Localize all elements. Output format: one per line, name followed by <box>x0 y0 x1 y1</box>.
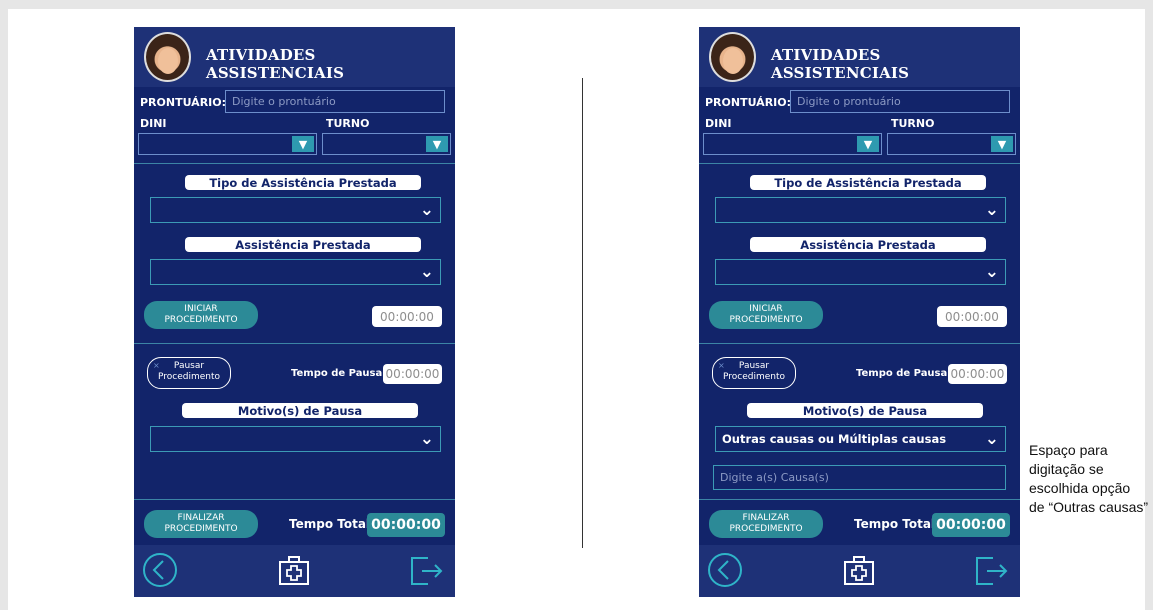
chevron-down-icon: ⌄ <box>984 200 999 220</box>
app-title: ATIVIDADES ASSISTENCIAIS <box>206 46 345 82</box>
motivo-pausa-label: Motivo(s) de Pausa <box>182 403 418 418</box>
annotation-text: Espaço para digitação se escolhida opção… <box>1029 442 1149 515</box>
finalizar-procedimento-button[interactable]: FINALIZAR PROCEDIMENTO <box>144 510 258 538</box>
pausar-procedimento-button[interactable]: × Pausar Procedimento <box>712 357 796 389</box>
dini-label: DINI <box>705 117 732 130</box>
chevron-down-icon: ⌄ <box>984 429 999 449</box>
tipo-assistencia-label: Tipo de Assistência Prestada <box>185 175 421 190</box>
tipo-assistencia-label: Tipo de Assistência Prestada <box>750 175 986 190</box>
dini-select[interactable]: ▼ <box>703 133 882 155</box>
chevron-down-icon: ▼ <box>857 136 879 152</box>
motivo-pausa-value: Outras causas ou Múltiplas causas <box>722 432 947 446</box>
chevron-down-icon: ⌄ <box>984 262 999 282</box>
chevron-down-icon: ▼ <box>991 136 1013 152</box>
prontuario-label: PRONTUÁRIO: <box>140 96 227 109</box>
chevron-down-icon: ⌄ <box>419 200 434 220</box>
tipo-assistencia-select[interactable]: ⌄ <box>715 197 1006 223</box>
pausar-procedimento-button[interactable]: × Pausar Procedimento <box>147 357 231 389</box>
section-divider <box>699 343 1020 344</box>
tempo-total-label: Tempo Total <box>289 517 371 531</box>
avatar <box>709 32 756 82</box>
outras-causas-input[interactable]: Digite a(s) Causa(s) <box>713 465 1006 490</box>
motivo-pausa-label: Motivo(s) de Pausa <box>747 403 983 418</box>
medical-kit-icon[interactable] <box>841 552 877 588</box>
exit-icon[interactable] <box>408 552 444 588</box>
iniciar-procedimento-button[interactable]: INICIAR PROCEDIMENTO <box>709 301 823 329</box>
turno-label: TURNO <box>326 117 370 130</box>
section-divider <box>134 163 455 164</box>
close-icon: × <box>153 361 160 370</box>
tipo-assistencia-select[interactable]: ⌄ <box>150 197 441 223</box>
prontuario-placeholder: Digite o prontuário <box>797 95 901 108</box>
timer-inicio: 00:00:00 <box>372 306 442 327</box>
causa-placeholder: Digite a(s) Causa(s) <box>720 471 829 484</box>
app-title: ATIVIDADES ASSISTENCIAIS <box>771 46 910 82</box>
divider-line <box>582 78 583 548</box>
exit-icon[interactable] <box>973 552 1009 588</box>
section-divider <box>134 343 455 344</box>
tempo-pausa-label: Tempo de Pausa <box>291 368 383 379</box>
chevron-down-icon: ▼ <box>426 136 448 152</box>
bottom-nav <box>134 545 455 597</box>
timer-pausa: 00:00:00 <box>383 364 442 384</box>
prontuario-label: PRONTUÁRIO: <box>705 96 792 109</box>
back-circle-icon[interactable] <box>142 552 178 588</box>
assistencia-prestada-label: Assistência Prestada <box>750 237 986 252</box>
tempo-total-label: Tempo Total <box>854 517 936 531</box>
motivo-pausa-select[interactable]: ⌄ <box>150 426 441 452</box>
turno-select[interactable]: ▼ <box>322 133 451 155</box>
finalizar-procedimento-button[interactable]: FINALIZAR PROCEDIMENTO <box>709 510 823 538</box>
avatar <box>144 32 191 82</box>
prontuario-placeholder: Digite o prontuário <box>232 95 336 108</box>
assistencia-prestada-select[interactable]: ⌄ <box>150 259 441 285</box>
prontuario-input[interactable]: Digite o prontuário <box>225 90 445 113</box>
dini-label: DINI <box>140 117 167 130</box>
timer-inicio: 00:00:00 <box>937 306 1007 327</box>
assistencia-prestada-select[interactable]: ⌄ <box>715 259 1006 285</box>
motivo-pausa-select[interactable]: Outras causas ou Múltiplas causas ⌄ <box>715 426 1006 452</box>
pausar-label: Pausar Procedimento <box>722 361 786 382</box>
back-circle-icon[interactable] <box>707 552 743 588</box>
prontuario-input[interactable]: Digite o prontuário <box>790 90 1010 113</box>
timer-total: 00:00:00 <box>932 513 1010 537</box>
close-icon: × <box>718 361 725 370</box>
medical-kit-icon[interactable] <box>276 552 312 588</box>
tempo-pausa-label: Tempo de Pausa <box>856 368 948 379</box>
app-header: ATIVIDADES ASSISTENCIAIS <box>134 27 455 87</box>
section-divider <box>134 499 455 500</box>
dini-select[interactable]: ▼ <box>138 133 317 155</box>
bottom-nav <box>699 545 1020 597</box>
section-divider <box>699 163 1020 164</box>
chevron-down-icon: ⌄ <box>419 262 434 282</box>
iniciar-procedimento-button[interactable]: INICIAR PROCEDIMENTO <box>144 301 258 329</box>
assistencia-prestada-label: Assistência Prestada <box>185 237 421 252</box>
pausar-label: Pausar Procedimento <box>157 361 221 382</box>
turno-select[interactable]: ▼ <box>887 133 1016 155</box>
chevron-down-icon: ▼ <box>292 136 314 152</box>
timer-pausa: 00:00:00 <box>948 364 1007 384</box>
phone-screen-left: ATIVIDADES ASSISTENCIAIS PRONTUÁRIO: Dig… <box>134 27 455 597</box>
section-divider <box>699 499 1020 500</box>
timer-total: 00:00:00 <box>367 513 445 537</box>
app-header: ATIVIDADES ASSISTENCIAIS <box>699 27 1020 87</box>
phone-screen-right: ATIVIDADES ASSISTENCIAIS PRONTUÁRIO: Dig… <box>699 27 1020 597</box>
turno-label: TURNO <box>891 117 935 130</box>
chevron-down-icon: ⌄ <box>419 429 434 449</box>
